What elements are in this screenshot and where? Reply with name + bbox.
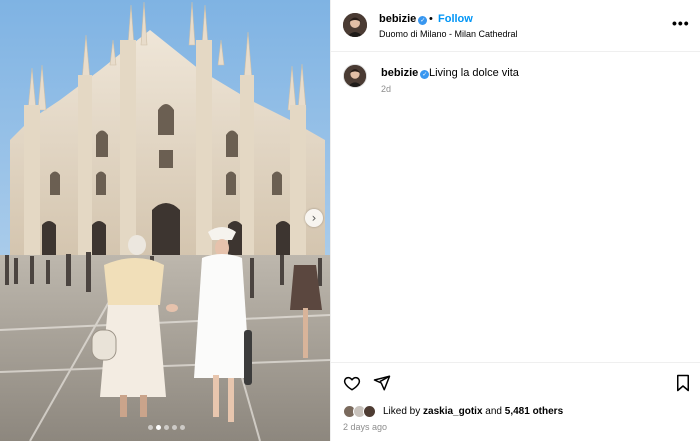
caption-username[interactable]: bebizie ✓ xyxy=(381,67,430,79)
carousel-dot xyxy=(180,425,185,430)
caption-username-text[interactable]: bebizie xyxy=(381,67,418,79)
likes-summary: Liked by zaskia_gotix and 5,481 others xyxy=(383,406,563,417)
liker-avatar xyxy=(363,405,376,418)
bookmark-icon[interactable] xyxy=(673,373,693,393)
post-sidebar: bebizie ✓ • Follow Duomo di Milano - Mila… xyxy=(330,0,700,441)
carousel-dot xyxy=(148,425,153,430)
cathedral-photo xyxy=(0,0,330,441)
carousel-dot xyxy=(164,425,169,430)
caption-text: Living la dolce vita xyxy=(429,67,519,79)
chevron-right-icon: › xyxy=(311,211,317,225)
likes-middle: and xyxy=(482,406,505,417)
post-header: bebizie ✓ • Follow Duomo di Milano - Mila… xyxy=(331,0,700,52)
post-date[interactable]: 2 days ago xyxy=(343,422,387,432)
likes-others-link[interactable]: 5,481 others xyxy=(505,406,563,417)
likers-avatars[interactable] xyxy=(343,405,379,419)
carousel-dot xyxy=(172,425,177,430)
post-caption: bebizie ✓ Living la dolce vita 2d xyxy=(331,60,700,100)
carousel-indicator xyxy=(148,425,185,430)
caption-timestamp[interactable]: 2d xyxy=(381,84,391,94)
carousel-dot-active xyxy=(156,425,161,430)
post-actions: Liked by zaskia_gotix and 5,481 others 2… xyxy=(331,362,700,441)
verified-badge-icon: ✓ xyxy=(420,70,430,79)
avatar-image xyxy=(344,65,366,87)
header-separator: • xyxy=(429,13,433,25)
caption-avatar[interactable] xyxy=(343,64,367,88)
author-avatar[interactable] xyxy=(343,13,367,37)
author-username-text[interactable]: bebizie xyxy=(379,13,416,25)
post-media[interactable]: › xyxy=(0,0,330,441)
author-username[interactable]: bebizie ✓ xyxy=(379,13,428,25)
send-icon[interactable] xyxy=(372,373,392,393)
post-dialog: › bebizie ✓ • Follow Duomo di Milano - M… xyxy=(0,0,700,441)
liked-by-user[interactable]: zaskia_gotix xyxy=(423,406,482,417)
verified-badge-icon: ✓ xyxy=(418,16,428,25)
heart-icon[interactable] xyxy=(342,373,362,393)
next-photo-button[interactable]: › xyxy=(305,209,323,227)
likes-prefix: Liked by xyxy=(383,406,424,417)
avatar-image xyxy=(343,13,367,37)
location-link[interactable]: Duomo di Milano - Milan Cathedral xyxy=(379,29,518,39)
more-options-icon[interactable]: ••• xyxy=(672,15,690,31)
follow-button[interactable]: Follow xyxy=(438,13,473,25)
